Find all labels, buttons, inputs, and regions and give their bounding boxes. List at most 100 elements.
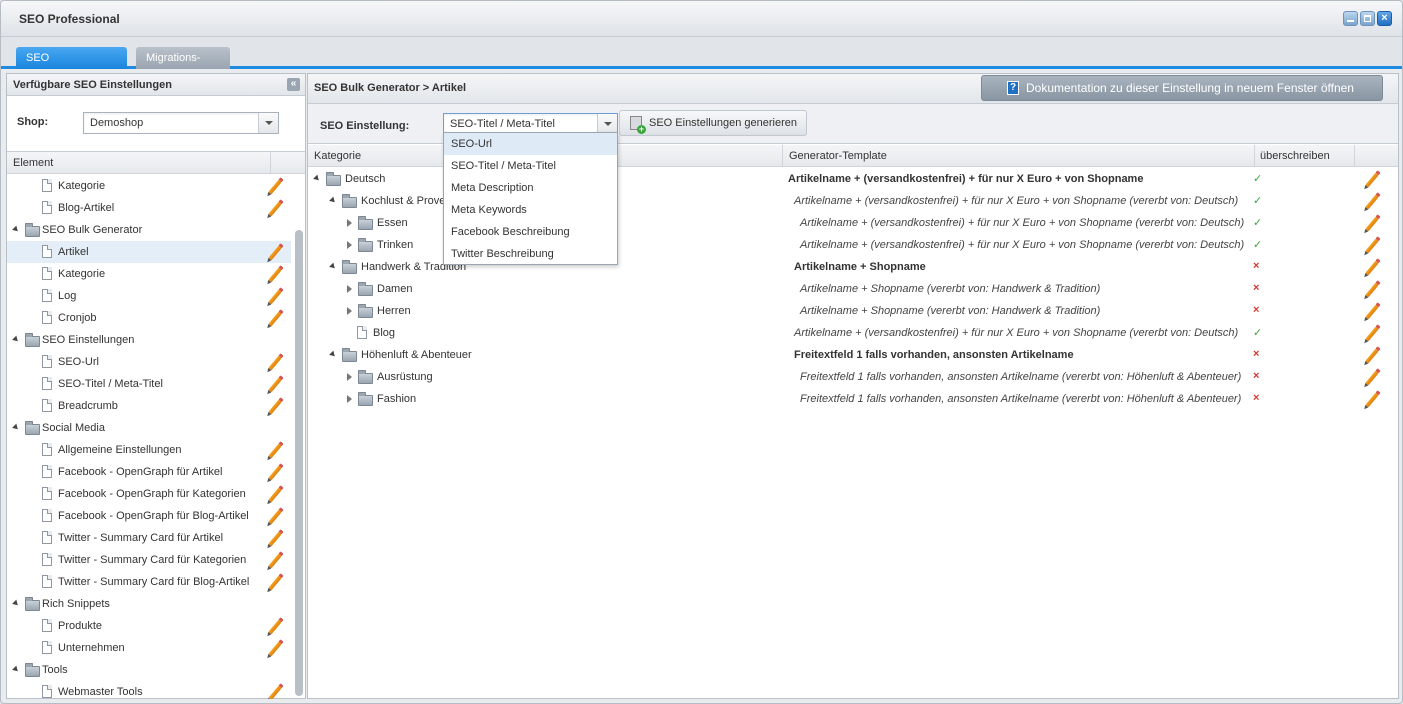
tree-item[interactable]: Unternehmen: [7, 637, 291, 659]
pencil-icon[interactable]: [1365, 370, 1379, 386]
column-generator-template[interactable]: Generator-Template: [789, 150, 887, 162]
tree-item[interactable]: Artikel: [7, 241, 291, 263]
template-value: Artikelname + Shopname: [794, 261, 926, 273]
pencil-icon[interactable]: [268, 641, 282, 657]
dropdown-option[interactable]: Meta Description: [444, 177, 617, 199]
tree-item[interactable]: SEO Einstellungen: [7, 329, 291, 351]
expand-arrow-icon[interactable]: [12, 423, 20, 432]
table-row[interactable]: Damen Artikelname + Shopname (vererbt von…: [308, 278, 1398, 300]
pencil-icon[interactable]: [1365, 238, 1379, 254]
dropdown-option[interactable]: Twitter Beschreibung: [444, 243, 617, 265]
tree-item[interactable]: Allgemeine Einstellungen: [7, 439, 291, 461]
maximize-button[interactable]: [1360, 11, 1375, 26]
pencil-icon[interactable]: [268, 179, 282, 195]
pencil-icon[interactable]: [1365, 172, 1379, 188]
pencil-icon[interactable]: [1365, 282, 1379, 298]
app-window: SEO Professional × SEO Einstellungen Mig…: [0, 0, 1403, 704]
pencil-icon[interactable]: [268, 487, 282, 503]
table-row[interactable]: Fashion Freitextfeld 1 falls vorhanden, a…: [308, 388, 1398, 410]
chevron-down-icon[interactable]: [258, 113, 278, 133]
tree-item[interactable]: Produkte: [7, 615, 291, 637]
tab-migrations-tool[interactable]: Migrations-Tool: [136, 47, 230, 86]
tree-item[interactable]: Kategorie: [7, 263, 291, 285]
pencil-icon[interactable]: [1365, 326, 1379, 342]
pencil-icon[interactable]: [1365, 392, 1379, 408]
tree-item[interactable]: Twitter - Summary Card für Blog-Artikel: [7, 571, 291, 593]
dropdown-option[interactable]: Facebook Beschreibung: [444, 221, 617, 243]
pencil-icon[interactable]: [1365, 304, 1379, 320]
dropdown-option[interactable]: SEO-Url: [444, 133, 617, 155]
pencil-icon[interactable]: [268, 509, 282, 525]
pencil-icon[interactable]: [1365, 260, 1379, 276]
pencil-icon[interactable]: [268, 619, 282, 635]
expand-arrow-icon[interactable]: [313, 174, 321, 183]
tab-seo-einstellungen[interactable]: SEO Einstellungen: [16, 47, 127, 86]
tree-item[interactable]: Cronjob: [7, 307, 291, 329]
collapse-arrow-icon[interactable]: [347, 307, 352, 315]
tree-item[interactable]: SEO-Url: [7, 351, 291, 373]
scrollbar-thumb[interactable]: [295, 230, 303, 696]
collapse-panel-button[interactable]: «: [287, 78, 300, 91]
tree-item[interactable]: Facebook - OpenGraph für Kategorien: [7, 483, 291, 505]
dropdown-option[interactable]: Meta Keywords: [444, 199, 617, 221]
tree-item[interactable]: Facebook - OpenGraph für Blog-Artikel: [7, 505, 291, 527]
tree-item[interactable]: Twitter - Summary Card für Kategorien: [7, 549, 291, 571]
pencil-icon[interactable]: [268, 355, 282, 371]
pencil-icon[interactable]: [1365, 348, 1379, 364]
expand-arrow-icon[interactable]: [12, 665, 20, 674]
collapse-arrow-icon[interactable]: [347, 241, 352, 249]
tree-item[interactable]: Tools: [7, 659, 291, 681]
pencil-icon[interactable]: [268, 311, 282, 327]
dropdown-option[interactable]: SEO-Titel / Meta-Titel: [444, 155, 617, 177]
expand-arrow-icon[interactable]: [329, 262, 337, 271]
pencil-icon[interactable]: [268, 267, 282, 283]
tree-item[interactable]: SEO Bulk Generator: [7, 219, 291, 241]
table-row[interactable]: Ausrüstung Freitextfeld 1 falls vorhanden…: [308, 366, 1398, 388]
table-row[interactable]: Blog Artikelname + (versandkostenfrei) + …: [308, 322, 1398, 344]
expand-arrow-icon[interactable]: [12, 225, 20, 234]
tree-item[interactable]: Blog-Artikel: [7, 197, 291, 219]
pencil-icon[interactable]: [268, 465, 282, 481]
table-row[interactable]: Höhenluft & Abenteuer Freitextfeld 1 fall…: [308, 344, 1398, 366]
tree-item[interactable]: Kategorie: [7, 175, 291, 197]
pencil-icon[interactable]: [268, 289, 282, 305]
tree-scrollbar[interactable]: [295, 230, 303, 696]
pencil-icon[interactable]: [268, 553, 282, 569]
collapse-arrow-icon[interactable]: [347, 285, 352, 293]
table-row[interactable]: Herren Artikelname + Shopname (vererbt vo…: [308, 300, 1398, 322]
pencil-icon[interactable]: [1365, 194, 1379, 210]
column-ueberschreiben[interactable]: überschreiben: [1260, 150, 1330, 162]
generate-seo-button[interactable]: SEO Einstellungen generieren: [619, 110, 807, 136]
collapse-arrow-icon[interactable]: [347, 395, 352, 403]
pencil-icon[interactable]: [268, 377, 282, 393]
expand-arrow-icon[interactable]: [12, 599, 20, 608]
column-kategorie[interactable]: Kategorie: [314, 150, 361, 162]
shop-select[interactable]: Demoshop: [83, 112, 279, 134]
pencil-icon[interactable]: [268, 443, 282, 459]
collapse-arrow-icon[interactable]: [347, 373, 352, 381]
pencil-icon[interactable]: [268, 531, 282, 547]
tree-item[interactable]: Breadcrumb: [7, 395, 291, 417]
tree-item[interactable]: Facebook - OpenGraph für Artikel: [7, 461, 291, 483]
expand-arrow-icon[interactable]: [329, 350, 337, 359]
tree-item[interactable]: Rich Snippets: [7, 593, 291, 615]
chevron-down-icon[interactable]: [597, 114, 617, 134]
tree-item[interactable]: Log: [7, 285, 291, 307]
expand-arrow-icon[interactable]: [329, 196, 337, 205]
collapse-arrow-icon[interactable]: [347, 219, 352, 227]
tree-item[interactable]: Twitter - Summary Card für Artikel: [7, 527, 291, 549]
minimize-button[interactable]: [1343, 11, 1358, 26]
close-button[interactable]: ×: [1377, 11, 1392, 26]
expand-arrow-icon[interactable]: [12, 335, 20, 344]
pencil-icon[interactable]: [1365, 216, 1379, 232]
pencil-icon[interactable]: [268, 399, 282, 415]
pencil-icon[interactable]: [268, 245, 282, 261]
tree-item[interactable]: Webmaster Tools: [7, 681, 291, 699]
tree-item[interactable]: SEO-Titel / Meta-Titel: [7, 373, 291, 395]
element-column-header[interactable]: Element: [7, 152, 305, 174]
pencil-icon[interactable]: [268, 685, 282, 699]
pencil-icon[interactable]: [268, 575, 282, 591]
pencil-icon[interactable]: [268, 201, 282, 217]
tree-item[interactable]: Social Media: [7, 417, 291, 439]
documentation-button[interactable]: ? Dokumentation zu dieser Einstellung in…: [981, 75, 1383, 101]
